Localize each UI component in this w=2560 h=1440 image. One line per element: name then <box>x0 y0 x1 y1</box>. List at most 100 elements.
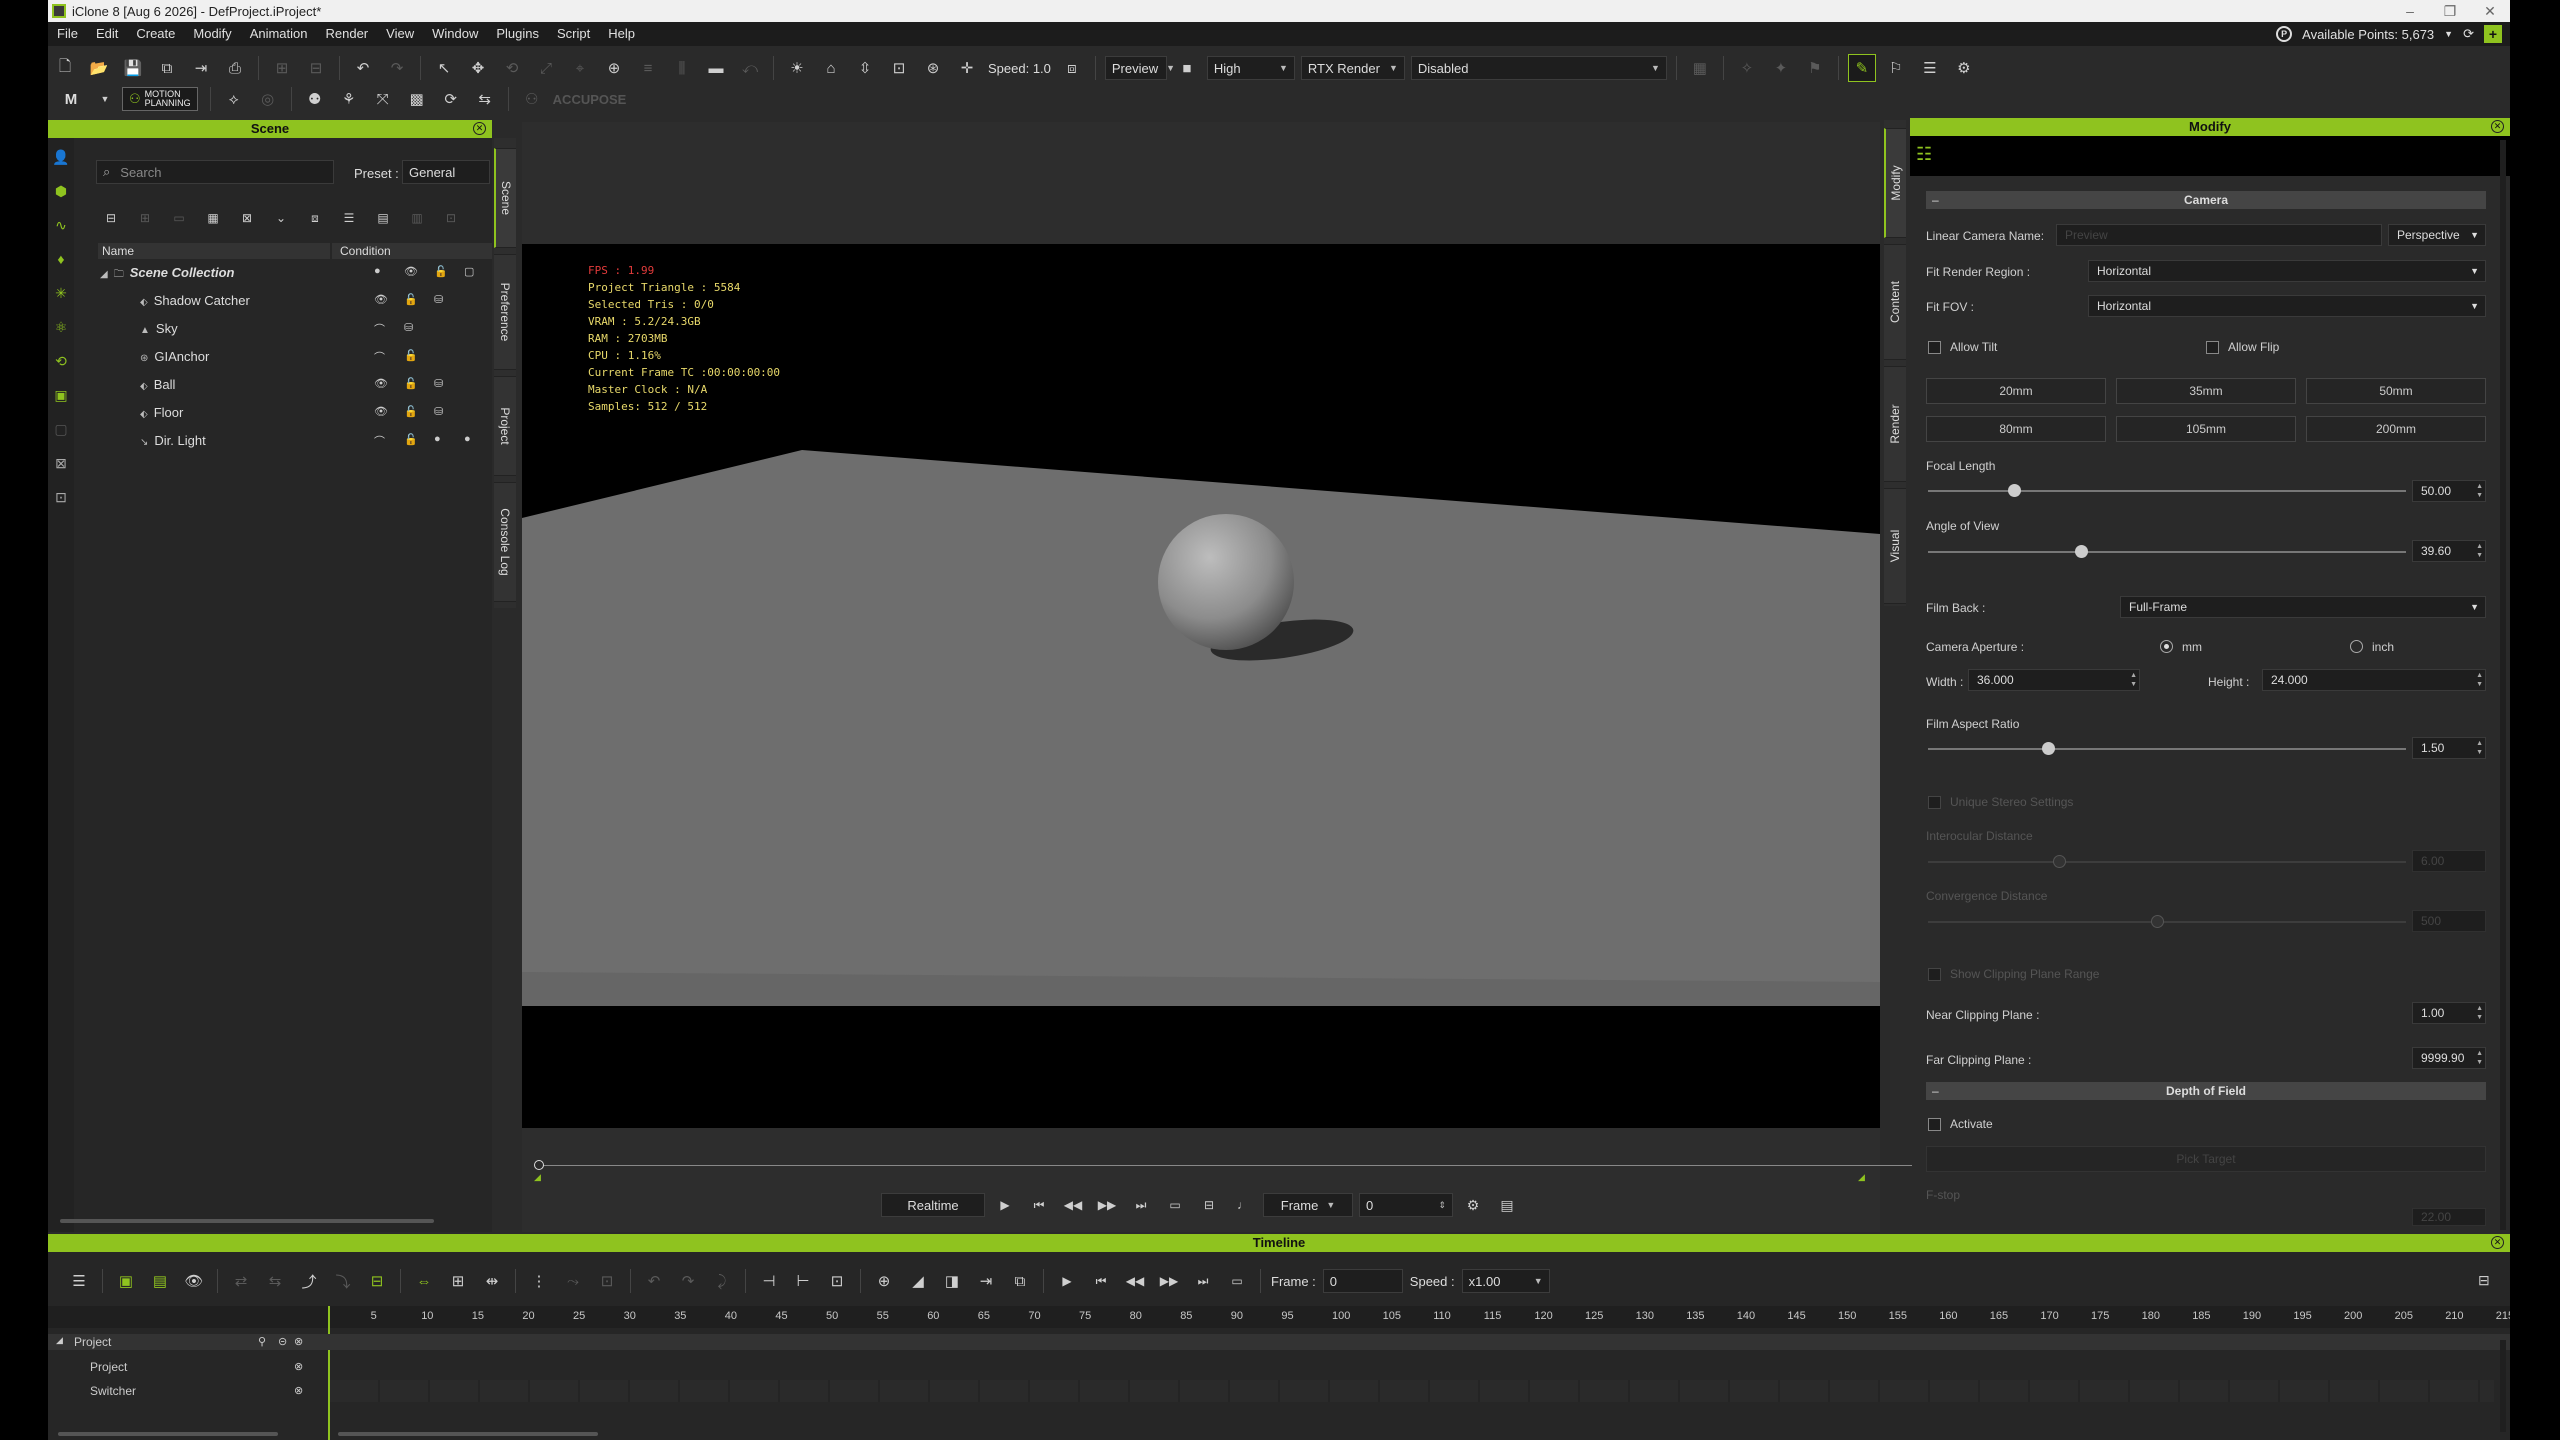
scene-horizontal-scrollbar[interactable] <box>60 1219 434 1223</box>
menu-edit[interactable]: Edit <box>87 22 127 46</box>
points-dropdown-icon[interactable]: ▼ <box>2444 29 2453 39</box>
range-start-marker-icon[interactable]: ◢ <box>534 1172 541 1183</box>
hidden-eye-icon[interactable]: ⌒ <box>374 433 385 449</box>
tl-tool-1-icon[interactable]: ⇄ <box>227 1267 255 1295</box>
close-timeline-icon[interactable]: ✕ <box>2491 1236 2504 1249</box>
tree-tool-3-icon[interactable]: ▭ <box>164 206 194 230</box>
tab-console-log[interactable]: Console Log <box>494 482 516 602</box>
settings-gear-icon[interactable]: ⚙ <box>1459 1191 1487 1219</box>
tl-tool-10-icon[interactable]: ⤳ <box>559 1267 587 1295</box>
scene-search-input[interactable]: ⌕ Search <box>96 160 334 184</box>
lens-200mm-button[interactable]: 200mm <box>2306 416 2486 442</box>
interocular-knob[interactable] <box>2053 855 2066 868</box>
select-arrow-icon[interactable]: ↖ <box>430 54 458 82</box>
lens-20mm-button[interactable]: 20mm <box>1926 378 2106 404</box>
camera-section-header[interactable]: – Camera <box>1926 191 2486 209</box>
group-icon[interactable]: ▢ <box>50 418 72 440</box>
tab-content[interactable]: Content <box>1884 244 1906 360</box>
renderer-dropdown[interactable]: RTX Render ▼ <box>1300 56 1405 80</box>
lens-35mm-button[interactable]: 35mm <box>2116 378 2296 404</box>
box-icon[interactable]: ▢ <box>464 265 474 278</box>
tl-tool-21-icon[interactable]: ⧉ <box>1006 1267 1034 1295</box>
film-aspect-ratio-slider[interactable] <box>1928 742 2406 755</box>
playhead[interactable] <box>328 1306 330 1440</box>
tab-render[interactable]: Render <box>1884 366 1906 482</box>
close-scene-panel-icon[interactable]: ✕ <box>473 122 486 135</box>
capture-icon[interactable]: ⧈ <box>1058 54 1086 82</box>
focal-length-slider[interactable] <box>1928 484 2406 497</box>
preview-dropdown[interactable]: Preview ▼ <box>1104 56 1175 80</box>
tree-tool-8-icon[interactable]: ☰ <box>334 206 364 230</box>
rotate-gizmo-icon[interactable]: ⟲ <box>498 54 526 82</box>
print-icon[interactable]: ⎙ <box>221 54 249 82</box>
allow-flip-checkbox[interactable] <box>2206 341 2219 354</box>
quality-dropdown[interactable]: High ▼ <box>1206 56 1295 80</box>
film-strip-icon[interactable]: ▤ <box>1493 1191 1521 1219</box>
hidden-eye-icon[interactable]: ⌒ <box>374 349 385 365</box>
track-switcher-label[interactable]: Switcher <box>90 1384 136 1398</box>
light-bulb-icon[interactable]: ● <box>464 433 471 445</box>
frame-input[interactable]: 0 ⇕ <box>1359 1193 1453 1217</box>
angle-of-view-knob[interactable] <box>2074 545 2088 558</box>
depth-of-field-section-header[interactable]: – Depth of Field <box>1926 1082 2486 1100</box>
near-clipping-input[interactable]: 1.00 ▲ ▼ <box>2412 1002 2486 1024</box>
lock-icon[interactable]: 🔓 <box>404 377 418 390</box>
align-icon[interactable]: ≡ <box>634 54 662 82</box>
track-switcher-close-icon[interactable]: ⊗ <box>294 1384 303 1397</box>
visible-eye-icon[interactable]: 👁 <box>374 405 388 418</box>
convergence-distance-input[interactable]: 500 <box>2412 910 2486 932</box>
playback-mode-dropdown[interactable]: Realtime <box>881 1193 985 1217</box>
motion-icon[interactable]: ⚛ <box>50 316 72 338</box>
close-window-button[interactable]: ✕ <box>2470 0 2510 22</box>
import-icon[interactable]: ⧉ <box>153 54 181 82</box>
visible-eye-icon[interactable]: 👁 <box>404 265 418 278</box>
track-project-label[interactable]: Project <box>90 1360 127 1374</box>
tl-tool-19-icon[interactable]: ◨ <box>938 1267 966 1295</box>
scale-gizmo-icon[interactable]: ⤢ <box>532 54 560 82</box>
grid-icon[interactable]: ▦ <box>1686 54 1714 82</box>
unit-mm-radio[interactable] <box>2160 640 2173 653</box>
distribute-icon[interactable]: ⫼ <box>668 54 696 82</box>
viewport-scrubber-track[interactable] <box>538 1165 1912 1166</box>
render-camera-icon[interactable]: ■ <box>1173 54 1201 82</box>
fit-fov-dropdown[interactable]: Horizontal ▼ <box>2088 295 2486 317</box>
layer-icon[interactable]: ▤ <box>146 1267 174 1295</box>
export-icon[interactable]: ⇥ <box>187 54 215 82</box>
dot-icon[interactable]: ● <box>374 265 381 277</box>
camera-options-icon[interactable]: ⊛ <box>919 54 947 82</box>
split-icon[interactable]: ⊟ <box>302 54 330 82</box>
light-icon[interactable]: ☀ <box>783 54 811 82</box>
motion-director-dropdown-icon[interactable]: ▼ <box>97 85 113 113</box>
reset-icon[interactable]: ⤺ <box>736 54 764 82</box>
tree-tool-2-icon[interactable]: ⊞ <box>130 206 160 230</box>
record-icon[interactable]: ⊟ <box>1195 1191 1223 1219</box>
go-end-icon[interactable]: ⏭ <box>1127 1191 1155 1219</box>
tab-project[interactable]: Project <box>494 376 516 476</box>
filter-icon[interactable]: ⊠ <box>50 452 72 474</box>
shadow-icon[interactable]: ⛁ <box>404 321 413 334</box>
track-row-project-group[interactable] <box>48 1334 2510 1350</box>
unique-stereo-checkbox[interactable] <box>1928 796 1941 809</box>
tl-go-end-icon[interactable]: ⏭ <box>1189 1267 1217 1295</box>
menu-script[interactable]: Script <box>548 22 599 46</box>
shadow-icon[interactable]: ⛁ <box>434 293 443 306</box>
timeline-horizontal-scrollbar[interactable] <box>338 1432 598 1436</box>
camera-side-icon[interactable]: ▣ <box>50 384 72 406</box>
allow-tilt-checkbox[interactable] <box>1928 341 1941 354</box>
tl-tool-4-icon[interactable]: ⤵ <box>329 1267 357 1295</box>
hidden-eye-icon[interactable]: ⌒ <box>374 321 385 337</box>
curve-icon[interactable]: ∿ <box>50 214 72 236</box>
effect2-icon[interactable]: ✦ <box>1767 54 1795 82</box>
track-mute-icon[interactable]: ⊝ <box>278 1335 287 1348</box>
add-points-button[interactable]: + <box>2484 25 2502 43</box>
new-project-icon[interactable]: 🗋 <box>51 54 79 82</box>
tl-tool-6-icon[interactable]: ⇔ <box>410 1267 438 1295</box>
lock-icon[interactable]: 🔓 <box>404 433 418 446</box>
film-aspect-ratio-knob[interactable] <box>2041 742 2055 755</box>
menu-help[interactable]: Help <box>599 22 644 46</box>
tree-tool-6-icon[interactable]: ⌄ <box>266 206 296 230</box>
interocular-distance-slider[interactable] <box>1928 855 2406 868</box>
home-view-icon[interactable]: ⌂ <box>817 54 845 82</box>
shadow-icon[interactable]: ⛁ <box>434 377 443 390</box>
tl-tool-3-icon[interactable]: ⤴ <box>295 1267 323 1295</box>
